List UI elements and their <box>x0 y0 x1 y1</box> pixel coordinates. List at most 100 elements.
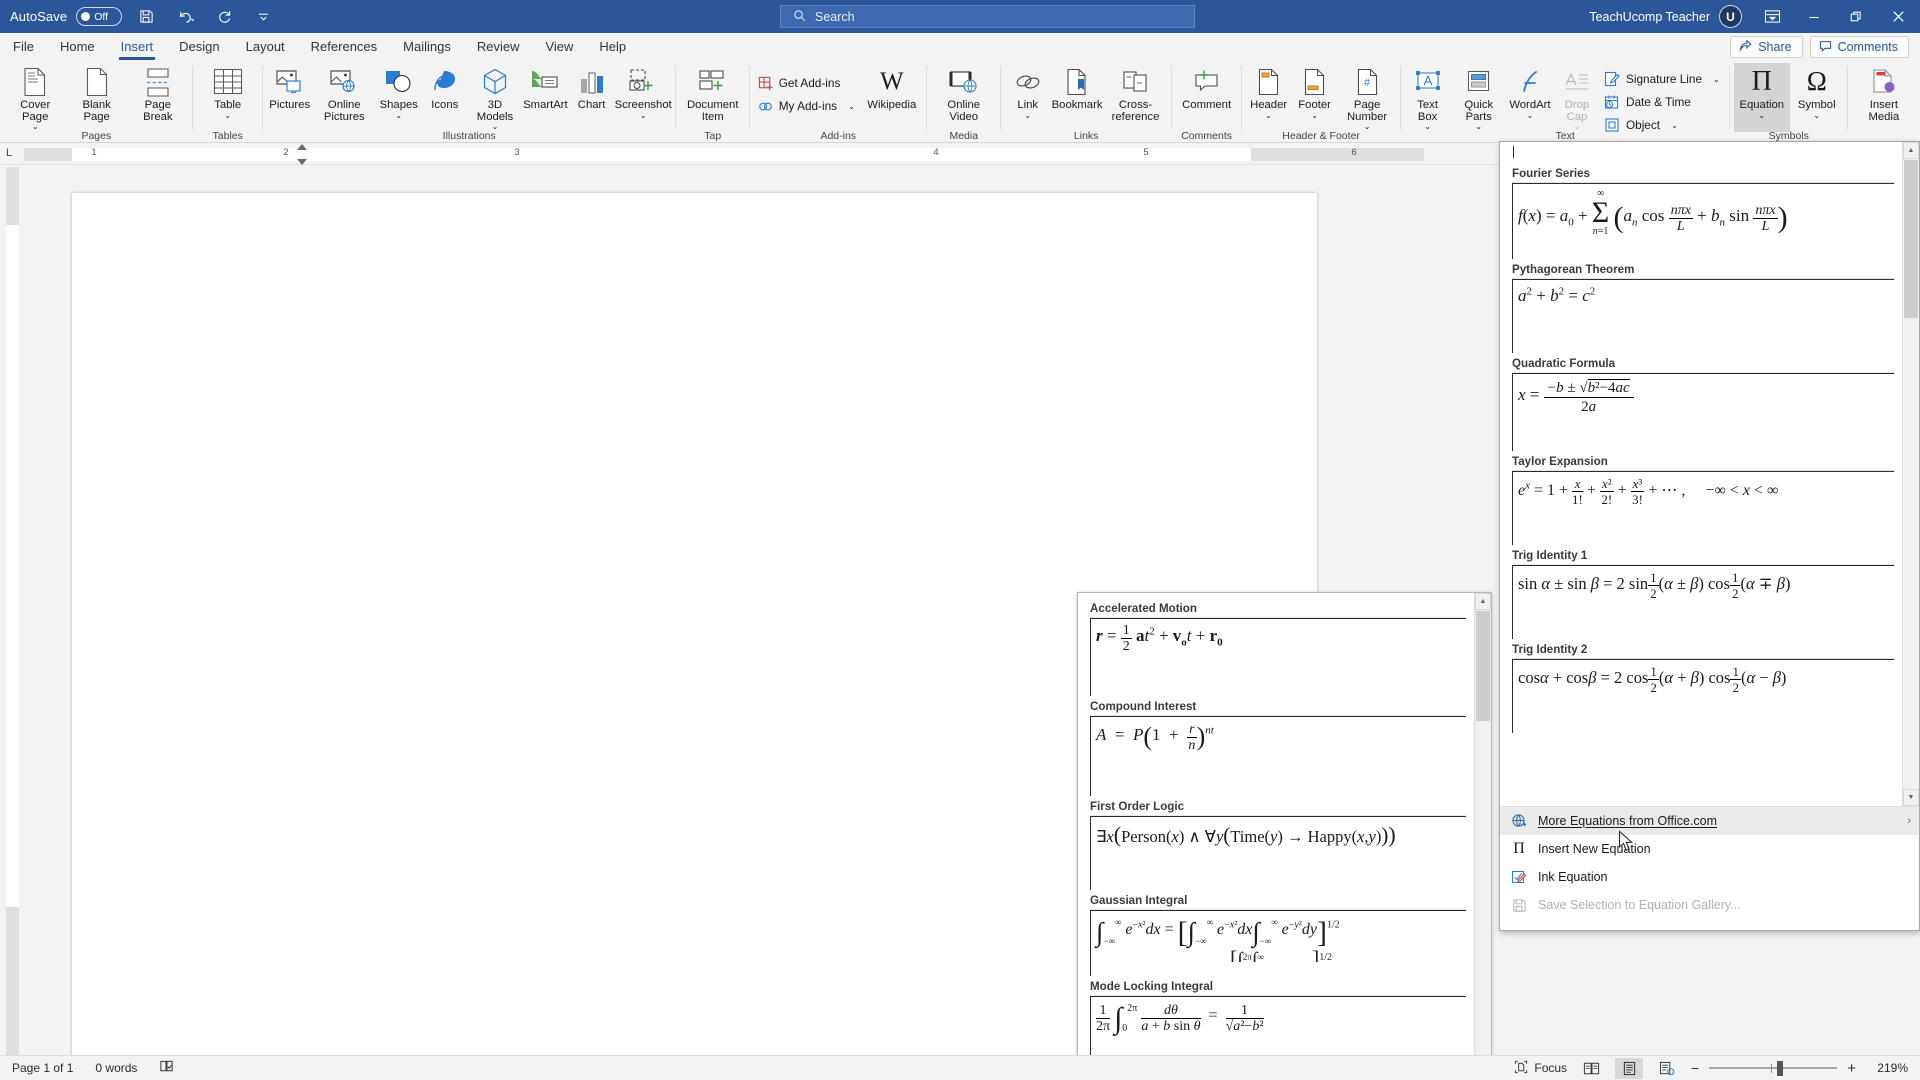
left-indent-marker[interactable] <box>297 159 307 165</box>
list-item[interactable]: Trig Identity 1 sin α ± sin β = 2 sin 1 … <box>1512 546 1894 639</box>
undo-icon[interactable] <box>170 4 200 30</box>
web-layout-icon[interactable] <box>1653 1058 1681 1079</box>
search-input[interactable]: Search <box>815 10 855 24</box>
equation-preview[interactable]: ∫−∞∞ e−x²dx = [∫−∞∞ e−x²dx∫−∞∞ e−y²dy]1/… <box>1090 910 1466 976</box>
list-item[interactable]: Fourier Series f(x) = a0 + ∞ Σ n=1 (an c… <box>1512 164 1894 259</box>
chevron-down-icon[interactable]: ⌄ <box>395 111 402 119</box>
footer-button[interactable]: Footer ⌄ <box>1292 63 1338 132</box>
icons-button[interactable]: Icons <box>422 63 468 132</box>
page-indicator[interactable]: Page 1 of 1 <box>12 1061 73 1075</box>
date-time-button[interactable]: Date & Time <box>1601 92 1726 112</box>
symbol-button[interactable]: Ω Symbol ⌄ <box>1790 63 1844 132</box>
equation-preview[interactable]: A = P(1 + r n)nt <box>1090 716 1466 796</box>
menu-item-more-equations[interactable]: More Equations from Office.com › <box>1500 807 1919 835</box>
equation-button[interactable]: Π Equation ⌄ <box>1733 63 1790 132</box>
3d-models-button[interactable]: 3D Models ⌄ <box>468 63 522 132</box>
chevron-down-icon[interactable]: ⌄ <box>848 102 855 110</box>
list-item[interactable]: Compound Interest A = P(1 + r n)nt <box>1090 697 1466 796</box>
tab-selector-button[interactable]: L <box>6 147 12 159</box>
chevron-down-icon[interactable]: ⌄ <box>1311 111 1318 119</box>
smartart-button[interactable]: SmartArt <box>522 63 568 132</box>
shapes-button[interactable]: Shapes ⌄ <box>376 63 422 132</box>
document-item-button[interactable]: Document Item <box>680 63 746 132</box>
tab-design[interactable]: Design <box>166 34 232 60</box>
bookmark-button[interactable]: Bookmark <box>1051 63 1104 132</box>
vertical-ruler[interactable] <box>6 167 19 1055</box>
tab-file[interactable]: File <box>0 34 47 60</box>
table-button[interactable]: Table ⌄ <box>197 63 259 132</box>
my-addins-button[interactable]: My Add-ins ⌄ <box>754 96 861 116</box>
chevron-down-icon[interactable]: ⌄ <box>224 111 231 119</box>
list-item[interactable]: Accelerated Motion r = 1 2 at2 + vot + r… <box>1090 599 1466 696</box>
share-button[interactable]: Share <box>1730 36 1803 58</box>
cross-reference-button[interactable]: Cross-reference <box>1103 63 1167 132</box>
ribbon-display-options-icon[interactable] <box>1752 0 1792 33</box>
pictures-button[interactable]: Pictures <box>267 63 313 132</box>
zoom-slider[interactable] <box>1709 1058 1838 1079</box>
print-layout-icon[interactable] <box>1615 1057 1644 1079</box>
comments-button[interactable]: Comments <box>1809 36 1909 58</box>
tab-mailings[interactable]: Mailings <box>390 34 464 60</box>
autosave-toggle[interactable]: Off <box>76 7 123 26</box>
chevron-down-icon[interactable]: ⌄ <box>1758 111 1765 119</box>
equation-preview[interactable]: sin α ± sin β = 2 sin 1 2 (α ± β) cos 1 2… <box>1512 565 1894 639</box>
wikipedia-button[interactable]: W Wikipedia <box>861 63 923 132</box>
equation-preview[interactable]: 1 2π ∫02π dθ a + b sin θ = 1 √a²−b² <box>1090 996 1466 1055</box>
chevron-down-icon[interactable]: ⌄ <box>1713 75 1720 83</box>
equation-preview[interactable]: r = 1 2 at2 + vot + r0 <box>1090 618 1466 696</box>
menu-item-ink-equation[interactable]: Ink Equation <box>1500 863 1919 891</box>
chevron-down-icon[interactable]: ⌄ <box>1364 123 1371 131</box>
chart-button[interactable]: Chart <box>569 63 615 132</box>
list-item[interactable]: First Order Logic ∃x(Person(x) ∧ ∀y(Time… <box>1090 797 1466 890</box>
tab-insert[interactable]: Insert <box>108 34 167 60</box>
list-item[interactable]: Trig Identity 2 cosα + cosβ = 2 cos 1 2(… <box>1512 640 1894 733</box>
chevron-down-icon[interactable]: ⌄ <box>1265 111 1272 119</box>
scrollbar-thumb[interactable] <box>1904 160 1918 318</box>
tab-view[interactable]: View <box>532 34 586 60</box>
horizontal-ruler[interactable]: 1 2 3 4 5 6 <box>24 144 1424 165</box>
account-button[interactable]: TeachUcomp Teacher U <box>1589 5 1750 28</box>
proofing-errors-icon[interactable] <box>159 1059 174 1077</box>
zoom-out-button[interactable]: − <box>1691 1060 1699 1076</box>
list-item[interactable]: Mode Locking Integral 1 2π ∫02π dθ a + b… <box>1090 977 1466 1055</box>
link-button[interactable]: Link ⌄ <box>1005 63 1051 132</box>
quick-parts-button[interactable]: Quick Parts ⌄ <box>1451 63 1507 132</box>
focus-button[interactable]: Focus <box>1514 1060 1567 1077</box>
scroll-down-icon[interactable]: ▼ <box>1903 789 1919 806</box>
page-number-button[interactable]: # Page Number ⌄ <box>1338 63 1397 132</box>
insert-media-button[interactable]: Insert Media <box>1852 63 1916 132</box>
chevron-down-icon[interactable]: ⌄ <box>1671 121 1678 129</box>
list-item[interactable]: Pythagorean Theorem a2 + b2 = c2 <box>1512 260 1894 353</box>
read-mode-icon[interactable] <box>1577 1058 1605 1079</box>
avatar[interactable]: U <box>1719 5 1742 28</box>
chevron-down-icon[interactable]: ⌄ <box>1024 111 1031 119</box>
save-icon[interactable] <box>131 4 161 30</box>
chevron-down-icon[interactable]: ⌄ <box>1475 123 1482 131</box>
tab-help[interactable]: Help <box>586 34 639 60</box>
close-button[interactable] <box>1878 0 1918 33</box>
scrollbar-thumb[interactable] <box>1476 611 1490 721</box>
zoom-slider-thumb[interactable] <box>1777 1060 1784 1076</box>
equation-panel-scrollbar[interactable]: ▲ ▼ <box>1474 593 1491 1055</box>
zoom-in-button[interactable]: + <box>1847 1060 1856 1077</box>
chevron-down-icon[interactable]: ⌄ <box>1527 111 1534 119</box>
online-video-button[interactable]: Online Video <box>931 63 997 132</box>
equation-gallery-scroll-area[interactable]: Fourier Series f(x) = a0 + ∞ Σ n=1 (an c… <box>1500 142 1919 806</box>
equation-preview[interactable]: ∃x(Person(x) ∧ ∀y(Time(y) → Happy(x,y))) <box>1090 816 1466 890</box>
header-button[interactable]: Header ⌄ <box>1246 63 1292 132</box>
chevron-right-icon[interactable]: › <box>1907 815 1911 827</box>
equation-preview[interactable]: ex = 1 + x 1! + x² 2! + x³ 3! + ⋯ , −∞ <… <box>1512 471 1894 545</box>
equation-preview[interactable]: a2 + b2 = c2 <box>1512 279 1894 353</box>
customize-quick-access-icon[interactable] <box>248 4 278 30</box>
scroll-up-icon[interactable]: ▲ <box>1475 593 1491 610</box>
minimize-button[interactable] <box>1794 0 1834 33</box>
menu-item-insert-new-equation[interactable]: Π Insert New Equation <box>1500 835 1919 863</box>
scroll-up-icon[interactable]: ▲ <box>1903 142 1919 159</box>
equation-gallery-dropdown[interactable]: Fourier Series f(x) = a0 + ∞ Σ n=1 (an c… <box>1499 141 1920 931</box>
chevron-down-icon[interactable]: ⌄ <box>1424 123 1431 131</box>
list-item[interactable]: Quadratic Formula x = −b ± √b²−4ac 2a <box>1512 354 1894 451</box>
online-pictures-button[interactable]: Online Pictures <box>313 63 376 132</box>
signature-line-button[interactable]: Signature Line ⌄ <box>1601 69 1726 89</box>
tab-review[interactable]: Review <box>464 34 533 60</box>
list-item[interactable]: Gaussian Integral ∫−∞∞ e−x²dx = [∫−∞∞ e−… <box>1090 891 1466 976</box>
